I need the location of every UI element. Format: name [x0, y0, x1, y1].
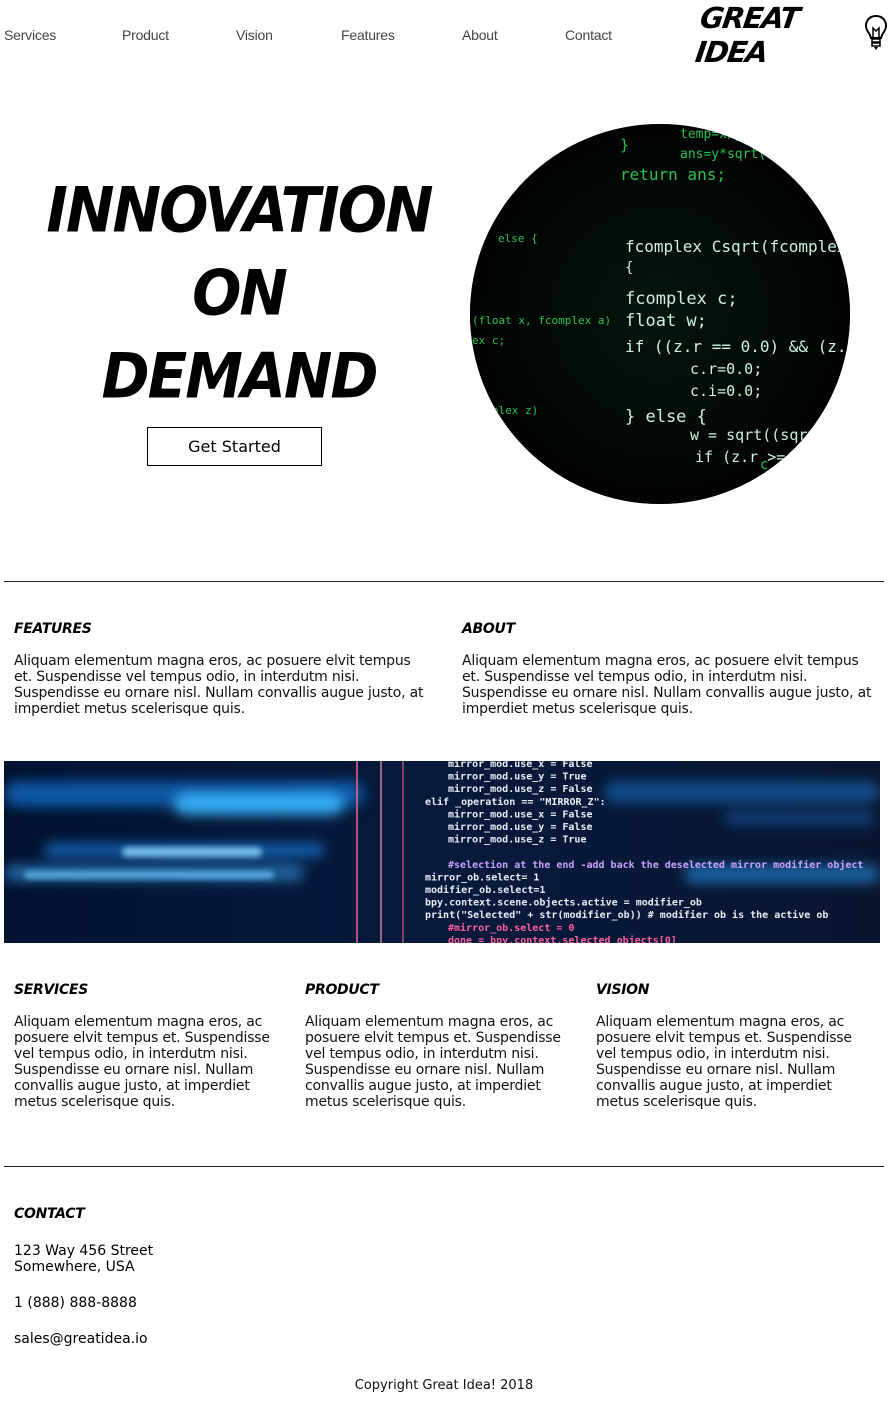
footer-copyright: Copyright Great Idea! 2018 [354, 1378, 534, 1393]
nav-link-vision[interactable]: Vision [236, 27, 273, 43]
hero-code-line: else { [498, 232, 538, 245]
divider-bottom [4, 1166, 884, 1167]
banner-code-svg: mirror_mod.use_x = Falsemirror_mod.use_y… [4, 761, 880, 943]
hero-code-line: fcomplex c; [625, 289, 738, 309]
nav-link-features[interactable]: Features [341, 27, 395, 43]
vision-heading: Vision [596, 982, 650, 998]
get-started-button[interactable]: Get Started [147, 427, 322, 466]
product-body: Aliquam elementum magna eros, ac posuere… [305, 1014, 561, 1110]
hero-code-line: float w; [625, 311, 707, 331]
lightbulb-icon [864, 14, 888, 56]
hero-code-line: ans=y*sqrt(1.0+temp* [680, 147, 837, 162]
contact-address-line-1: 123 Way 456 Street [14, 1243, 154, 1259]
code-banner-image: mirror_mod.use_x = False mirror_mod.use_y… [4, 761, 880, 943]
services-heading: Services [14, 982, 88, 998]
hero-code-line: if ((z.r == 0.0) && (z.i == 0.0)) { [625, 337, 850, 356]
features-body: Aliquam elementum magna eros, ac posuere… [14, 653, 424, 717]
logo[interactable]: GREAT IDEA [693, 1, 888, 69]
banner-code-line: done = bpy.context.selected_objects[0] [448, 934, 677, 943]
divider-top [4, 581, 884, 582]
features-heading: Features [14, 621, 92, 637]
product-heading: Product [305, 982, 379, 998]
hero-code-svg: temp=x/y; ans=y*sqrt(1.0+temp*} return ans… [470, 124, 850, 504]
banner-code-line: modifier_ob.select=1 [425, 884, 545, 896]
banner-code-line: mirror_ob.select= 1 [425, 871, 539, 883]
banner-code-line: mirror_mod.use_x = False [448, 761, 593, 770]
hero-title-line-2: on [192, 256, 288, 330]
about-body: Aliquam elementum magna eros, ac posuere… [462, 653, 872, 717]
hero-code-line: } [620, 136, 629, 154]
hero-code-line: } else { [625, 407, 707, 427]
nav-link-product[interactable]: Product [122, 27, 169, 43]
hero-title-line-1: Innovation [46, 173, 433, 247]
banner-code-line: mirror_mod.use_x = False [448, 808, 593, 820]
banner-code-line: elif _operation == "MIRROR_Z": [425, 796, 606, 808]
hero-title: Innovation on Demand [40, 169, 438, 418]
contact-heading: Contact [14, 1206, 85, 1222]
hero-code-line: (float x, fcomplex a) [472, 314, 611, 327]
banner-code-line: print("Selected" + str(modifier_ob)) # m… [425, 909, 828, 921]
banner-code-line: #selection at the end -add back the dese… [448, 859, 863, 871]
hero-code-line: temp=x/y; [680, 127, 750, 142]
top-navigation: Services Product Vision Features About C… [0, 0, 888, 72]
contact-address-line-2: Somewhere, USA [14, 1259, 135, 1275]
nav-link-services[interactable]: Services [4, 27, 56, 43]
nav-link-contact[interactable]: Contact [565, 27, 612, 43]
banner-code-line: bpy.context.scene.objects.active = modif… [425, 897, 702, 909]
services-body: Aliquam elementum magna eros, ac posuere… [14, 1014, 270, 1110]
about-heading: About [462, 621, 515, 637]
hero-title-line-3: Demand [101, 339, 378, 413]
logo-text: GREAT IDEA [693, 1, 801, 69]
contact-email[interactable]: sales@greatidea.io [14, 1331, 148, 1347]
nav-link-about[interactable]: About [462, 27, 498, 43]
hero-code-line: c.r= [760, 457, 794, 473]
banner-code-line: #mirror_ob.select = 0 [448, 922, 574, 934]
hero-code-line: ex c; [472, 334, 505, 347]
hero-code-line: c.i=0.0; [690, 382, 762, 400]
hero-code-line: w = sqrt((sqrt(z.r*z.r [690, 426, 850, 444]
banner-code-line: mirror_mod.use_y = True [448, 771, 586, 783]
hero-code-image: temp=x/y; ans=y*sqrt(1.0+temp*} return ans… [470, 124, 850, 504]
hero-code-line: c.r=0.0; [690, 360, 762, 378]
hero-code-line: return ans; [620, 165, 726, 184]
hero-code-line: complex z) [472, 404, 538, 417]
banner-code-line: mirror_mod.use_z = True [448, 834, 586, 846]
hero-code-line: { [625, 260, 633, 276]
banner-code-line: mirror_mod.use_z = False [448, 783, 593, 795]
banner-code-line: mirror_mod.use_y = False [448, 821, 593, 833]
vision-body: Aliquam elementum magna eros, ac posuere… [596, 1014, 852, 1110]
contact-phone[interactable]: 1 (888) 888-8888 [14, 1295, 137, 1311]
hero-code-line: fcomplex Csqrt(fcomplex z) [625, 237, 850, 256]
